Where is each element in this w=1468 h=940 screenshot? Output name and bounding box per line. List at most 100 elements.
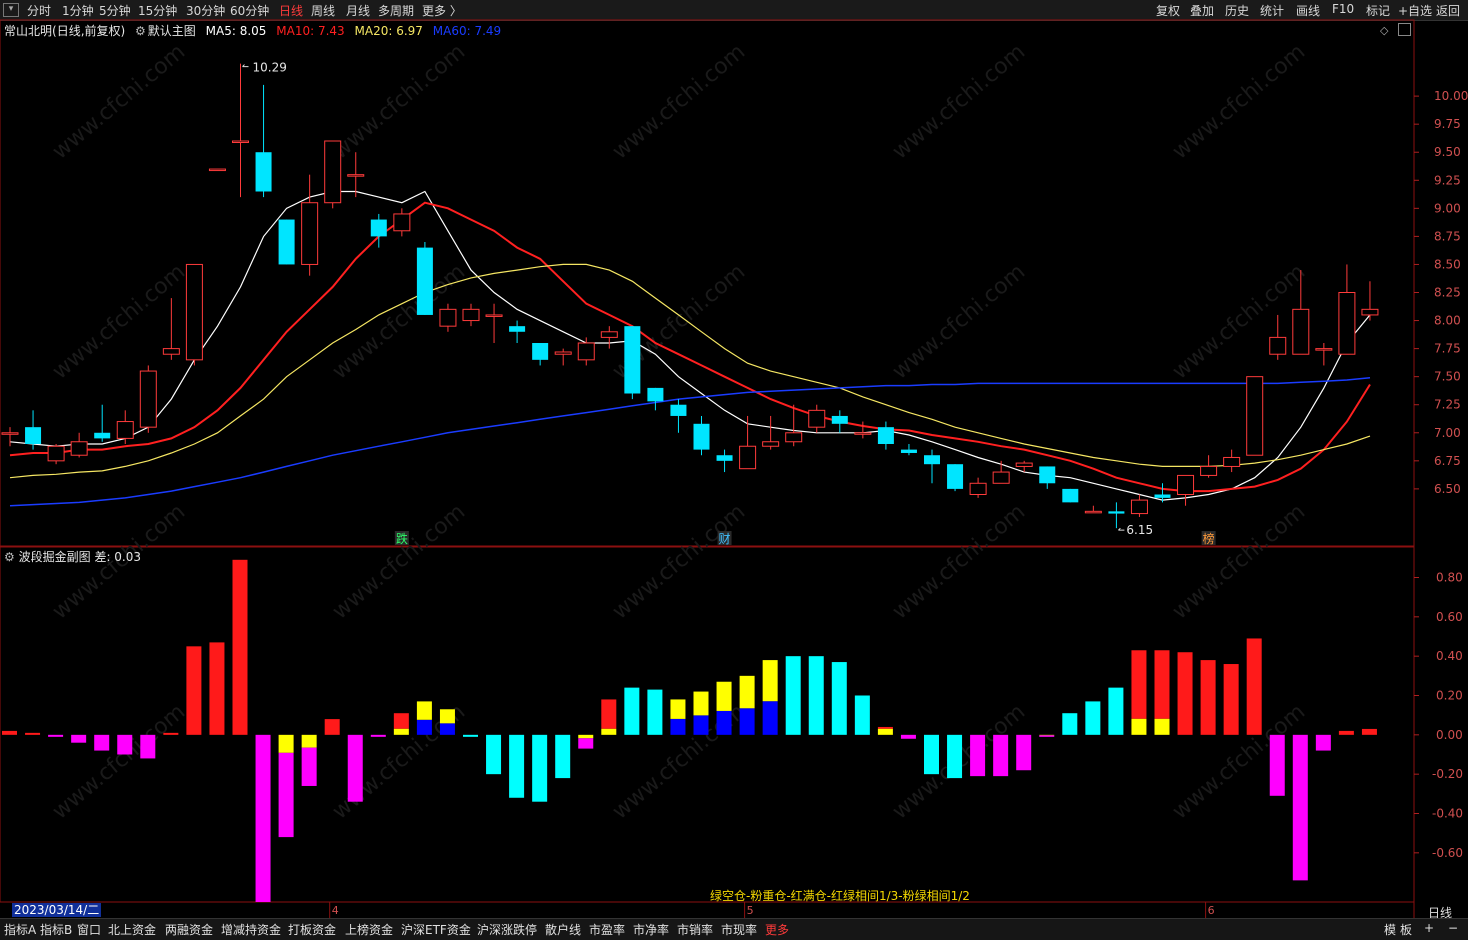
sub-bar: [1016, 734, 1032, 771]
sub-bar: [716, 710, 732, 735]
candle-body: [1223, 456, 1241, 467]
candle-body: [670, 404, 687, 416]
event-mark: 跌: [396, 531, 408, 546]
panel-control-2[interactable]: +: [1424, 921, 1434, 935]
sub-bar: [900, 734, 916, 739]
ma-line-ma10: [9, 201, 1371, 493]
candle-body: [94, 432, 111, 439]
candle-body: [1361, 308, 1379, 316]
template-name[interactable]: 默认主图: [148, 24, 196, 38]
sub-bar: [324, 719, 340, 735]
candle-body: [947, 464, 964, 489]
indicator-tab-13[interactable]: 市销率: [677, 921, 713, 938]
indicator-tab-11[interactable]: 市盈率: [589, 921, 625, 938]
high-arrow-icon: [242, 64, 249, 68]
sub-bar: [1292, 734, 1308, 881]
sub-bar: [2, 730, 17, 735]
indicator-tab-8[interactable]: 沪深ETF资金: [401, 921, 471, 938]
sub-bar: [716, 681, 732, 711]
sub-bar: [578, 738, 594, 749]
sub-bar: [486, 734, 502, 775]
candle-body: [693, 423, 710, 450]
indicator-tab-15[interactable]: 更多: [765, 921, 789, 938]
indicator-tab-6[interactable]: 打板资金: [288, 921, 336, 938]
sub-bar: [1361, 728, 1377, 735]
event-mark: 财: [719, 532, 731, 546]
sub-bar: [255, 734, 271, 902]
watermark: www.cfchi.com: [888, 499, 1030, 624]
candle-body: [1154, 494, 1171, 498]
candle-body: [992, 471, 1010, 484]
settings-gear-icon[interactable]: ⚙: [135, 24, 146, 38]
indicator-tab-3[interactable]: 北上资金: [108, 921, 156, 938]
ma-line-ma60: [9, 377, 1371, 507]
watermark: www.cfchi.com: [48, 259, 190, 384]
kline-chart[interactable]: www.cfchi.com www.cfchi.com www.cfchi.com w…: [0, 0, 1468, 939]
collapse-panel-icon[interactable]: [1398, 23, 1411, 36]
indicator-tab-10[interactable]: 散户线: [545, 921, 581, 938]
indicator-tab-2[interactable]: 窗口: [77, 921, 101, 938]
indicator-tab-7[interactable]: 上榜资金: [345, 921, 393, 938]
candle-body: [739, 445, 757, 470]
indicator-tab-0[interactable]: 指标A: [4, 921, 36, 938]
settings-gear-icon[interactable]: ⚙: [4, 550, 15, 564]
event-mark: 榜: [1203, 531, 1215, 546]
sub-bar: [416, 701, 432, 720]
candle-body: [1015, 462, 1033, 467]
subchart-diff: 差: 0.03: [94, 550, 142, 564]
panel-control-1[interactable]: 板: [1400, 921, 1412, 938]
sub-bar: [947, 734, 963, 779]
candle-body: [624, 326, 641, 394]
sub-bar: [301, 747, 317, 786]
indicator-tab-12[interactable]: 市净率: [633, 921, 669, 938]
candle-body: [877, 427, 894, 444]
candle-body: [439, 308, 457, 327]
candle-body: [162, 348, 180, 355]
watermark: www.cfchi.com: [328, 39, 470, 164]
sub-bar: [670, 718, 686, 735]
price-tick-label: 10.00: [1434, 89, 1468, 103]
sub-tick-label: 0.00: [1436, 728, 1463, 742]
stock-name[interactable]: 常山北明: [4, 24, 52, 38]
sub-bar: [94, 734, 110, 751]
sub-bar: [1338, 730, 1354, 735]
sub-bar: [1223, 664, 1239, 735]
sub-bar: [693, 691, 709, 716]
sub-bar: [1131, 650, 1147, 719]
indicator-tab-9[interactable]: 沪深涨跌停: [477, 921, 537, 938]
panel-control-3[interactable]: −: [1448, 921, 1458, 935]
month-label: 5: [747, 904, 754, 917]
sub-tick-label: -0.40: [1432, 807, 1463, 821]
subchart-title[interactable]: 波段掘金副图: [19, 550, 91, 564]
period-label: (日线,前复权): [52, 24, 126, 38]
indicator-tab-14[interactable]: 市现率: [721, 921, 757, 938]
sub-bar: [1154, 718, 1170, 735]
sub-bar: [509, 734, 525, 798]
indicator-tab-5[interactable]: 增减持资金: [221, 921, 281, 938]
subchart-legend: 绿空仓-粉重仓-红满仓-红绿相间1/3-粉绿相间1/2: [710, 889, 970, 903]
candle-body: [393, 213, 411, 232]
sub-bar: [831, 662, 847, 735]
price-tick-label: 8.50: [1434, 257, 1461, 271]
watermark: www.cfchi.com: [328, 499, 470, 624]
candle-body: [1292, 308, 1310, 355]
sub-bar: [601, 699, 617, 729]
sub-bar: [140, 734, 156, 759]
candle-body: [831, 415, 848, 424]
indicator-tab-4[interactable]: 两融资金: [165, 921, 213, 938]
candle-body: [924, 455, 940, 465]
cursor-date: 2023/03/14/二: [12, 903, 102, 917]
candle-body: [370, 219, 387, 237]
panel-control-0[interactable]: 模: [1384, 921, 1396, 938]
diamond-icon[interactable]: ◇: [1380, 24, 1388, 37]
sub-bar: [463, 734, 478, 737]
sub-bar: [555, 734, 571, 779]
sub-bar: [278, 752, 294, 838]
candle-body: [1039, 466, 1056, 484]
indicator-tab-1[interactable]: 指标B: [40, 921, 72, 938]
sub-bar: [693, 715, 709, 735]
sub-tick-label: -0.20: [1432, 767, 1463, 781]
sub-bar: [48, 734, 64, 737]
price-tick-label: 7.50: [1434, 370, 1461, 384]
sub-bar: [186, 646, 202, 735]
